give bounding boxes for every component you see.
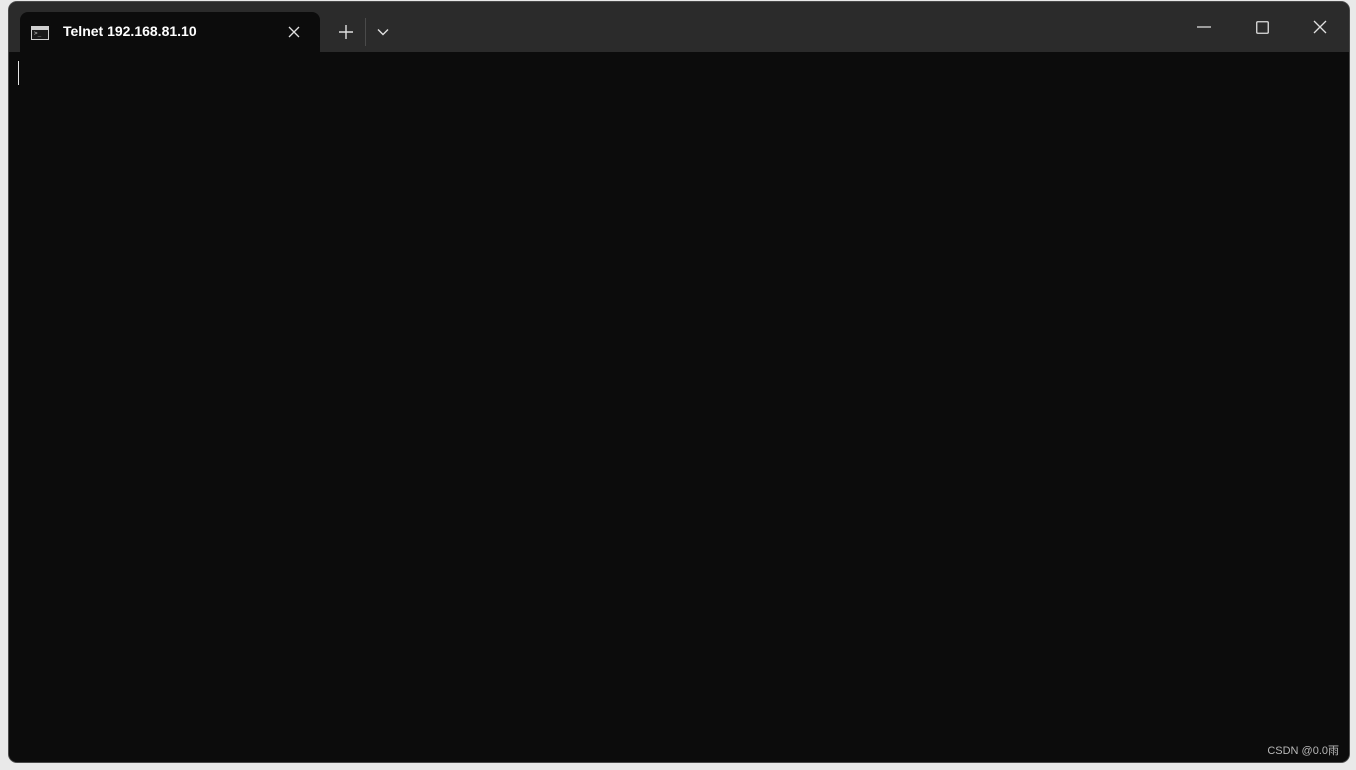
- terminal-icon: >_: [31, 26, 49, 40]
- terminal-content[interactable]: [9, 52, 1349, 762]
- close-tab-button[interactable]: [284, 22, 304, 42]
- tab-title: Telnet 192.168.81.10: [63, 23, 197, 39]
- tab-telnet[interactable]: >_ Telnet 192.168.81.10: [20, 12, 320, 52]
- plus-icon: [339, 25, 353, 39]
- minimize-button[interactable]: [1175, 2, 1233, 52]
- close-icon: [1313, 20, 1327, 34]
- chevron-down-icon: [377, 29, 389, 36]
- maximize-icon: [1255, 20, 1269, 34]
- text-cursor: [18, 61, 19, 85]
- close-icon: [288, 26, 300, 38]
- minimize-icon: [1197, 26, 1211, 28]
- tab-divider: [365, 18, 366, 46]
- close-window-button[interactable]: [1291, 2, 1349, 52]
- terminal-icon-prompt: >_: [34, 30, 42, 37]
- terminal-window: >_ Telnet 192.168.81.10 CSDN @0.0雨: [9, 2, 1349, 762]
- title-bar[interactable]: >_ Telnet 192.168.81.10: [9, 2, 1349, 52]
- watermark: CSDN @0.0雨: [1267, 745, 1339, 757]
- new-tab-button[interactable]: [330, 16, 362, 48]
- tab-dropdown-button[interactable]: [367, 16, 399, 48]
- maximize-button[interactable]: [1233, 2, 1291, 52]
